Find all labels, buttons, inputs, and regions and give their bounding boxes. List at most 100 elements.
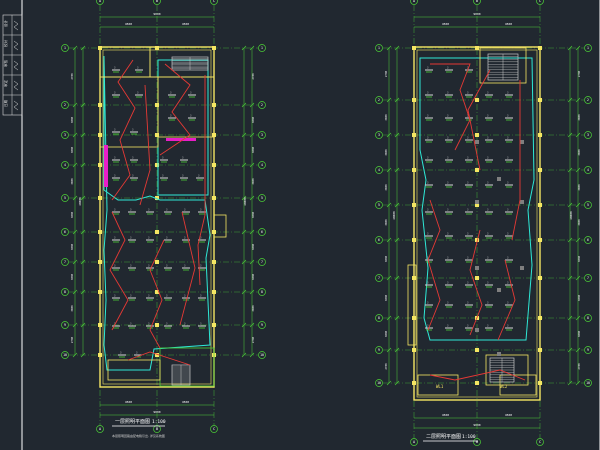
axis-label-col: A	[99, 427, 102, 431]
dim-text-right: 2700	[577, 70, 581, 77]
dim-text-left: 2700	[384, 70, 388, 77]
axis-label-row: 6	[587, 238, 589, 242]
axis-label-row: 5	[64, 196, 66, 200]
fixture-label: 3	[447, 137, 449, 140]
axis-label-row: 2	[378, 98, 380, 102]
fixture-label: 3	[120, 352, 122, 355]
fixture-label: 3	[447, 115, 449, 118]
axis-label-col: B	[156, 427, 158, 431]
fixture-label: 3	[487, 257, 489, 260]
fixture-label: 3	[447, 302, 449, 305]
axis-grid: 90004500 450090004500 4500AABBCC1 12 23 34 45 5…	[61, 0, 266, 433]
dim-text-left: 3000	[384, 184, 388, 191]
structural-column	[538, 133, 542, 137]
fixture-label: 3	[467, 182, 469, 185]
wiring-circuits	[427, 63, 526, 381]
fixture-label: 3	[427, 182, 429, 185]
structural-column	[155, 260, 159, 264]
axis-label-row: 7	[378, 276, 380, 280]
dim-text-right: 2700	[251, 336, 255, 343]
structural-column	[538, 168, 542, 172]
fixture-label: 3	[427, 67, 429, 70]
fixture-label: 3	[447, 233, 449, 236]
dim-text-left: 3000	[70, 273, 74, 280]
structural-column	[412, 133, 416, 137]
dim-text-right: 3000	[251, 178, 255, 185]
dim-text-top-sub: 4500	[182, 22, 189, 26]
axis-grid: 90004500 450090004500 4500AABBCC1 12 23 34 45 5…	[375, 0, 592, 446]
fixture-label: 3	[507, 182, 509, 185]
axis-label-row: 2	[64, 103, 66, 107]
structural-column	[475, 276, 479, 280]
structural-column	[155, 46, 159, 50]
fixture-label: 3	[447, 67, 449, 70]
structural-column	[538, 238, 542, 242]
axis-label-col: B	[156, 0, 158, 3]
dim-text-right: 3000	[251, 116, 255, 123]
dim-text-right: 3000	[577, 330, 581, 337]
fixture-label: 3	[427, 233, 429, 236]
axis-label-row: 9	[261, 323, 263, 327]
axis-label-row: 1	[64, 46, 66, 50]
right-plan-title: 二层照明平面图	[426, 434, 461, 440]
structural-column	[98, 230, 102, 234]
structural-column	[475, 98, 479, 102]
dim-text-right: 3000	[251, 305, 255, 312]
fixture-label: 3	[132, 175, 134, 178]
fixture-label: 3	[467, 233, 469, 236]
fixture-label: 3	[487, 233, 489, 236]
fixture-label: 3	[487, 325, 489, 328]
fixture-label: 3	[487, 92, 489, 95]
dim-text-bottom-sub: 4500	[442, 413, 449, 417]
floor-plan-left[interactable]: 90004500 450090004500 4500AABBCC1 12 23 34 45 5…	[61, 0, 266, 433]
junction-box	[475, 200, 479, 204]
dim-text-right: 3000	[577, 219, 581, 226]
wiring-circuit	[511, 80, 521, 241]
axis-label-row: 8	[261, 290, 263, 294]
fixture-label: 3	[182, 157, 184, 160]
dim-text-right: 3000	[251, 146, 255, 153]
cad-drawing-canvas[interactable]: 设计校对审核审定日期 90004500 450090004500 4500AABBC…	[0, 0, 600, 450]
fixture-label: 3	[487, 209, 489, 212]
dim-text-top-sub: 4500	[442, 22, 449, 26]
fixture-label: 3	[447, 157, 449, 160]
fixture-label: 3	[507, 115, 509, 118]
dim-text-right: 3000	[577, 114, 581, 121]
title-block-cell: 审定	[3, 80, 8, 87]
fixture-label: 3	[427, 157, 429, 160]
fixture-label: 3	[447, 325, 449, 328]
axis-label-col: A	[413, 0, 416, 3]
structural-column	[538, 203, 542, 207]
structural-column	[538, 276, 542, 280]
fixture-label: 3	[467, 137, 469, 140]
title-block-cell: 日期	[3, 100, 8, 107]
fixture-label: 3	[166, 209, 168, 212]
dim-text-left: 2700	[70, 73, 74, 80]
dim-text-right: 3000	[251, 273, 255, 280]
axis-label-row: 2	[261, 103, 263, 107]
fixture-label: 3	[447, 257, 449, 260]
title-block-cell: 审核	[3, 60, 8, 67]
structural-column	[538, 98, 542, 102]
axis-label-col: C	[539, 440, 541, 444]
dim-text-total: 48000	[392, 211, 396, 220]
fixture-label: 3	[467, 257, 469, 260]
dim-text-left: 3000	[384, 114, 388, 121]
structural-column	[412, 168, 416, 172]
structural-column	[412, 238, 416, 242]
structural-column	[98, 353, 102, 357]
axis-label-row: 5	[378, 203, 380, 207]
dim-text-right: 3000	[577, 149, 581, 156]
dim-text-bottom-sub: 4500	[505, 413, 512, 417]
wiring-circuit	[469, 229, 483, 336]
structural-column	[475, 133, 479, 137]
fixture-label: 3	[427, 92, 429, 95]
dim-text-top-sub: 4500	[125, 22, 132, 26]
fixture-label: 3	[148, 209, 150, 212]
structural-column	[475, 381, 479, 385]
dim-text-left: 3000	[384, 330, 388, 337]
wiring-circuit	[427, 199, 441, 331]
fixture-label: 3	[170, 115, 172, 118]
floor-plan-right[interactable]: 90004500 450090004500 4500AABBCC1 12 23 34 45 5…	[375, 0, 592, 446]
axis-label-row: 10	[377, 381, 381, 385]
